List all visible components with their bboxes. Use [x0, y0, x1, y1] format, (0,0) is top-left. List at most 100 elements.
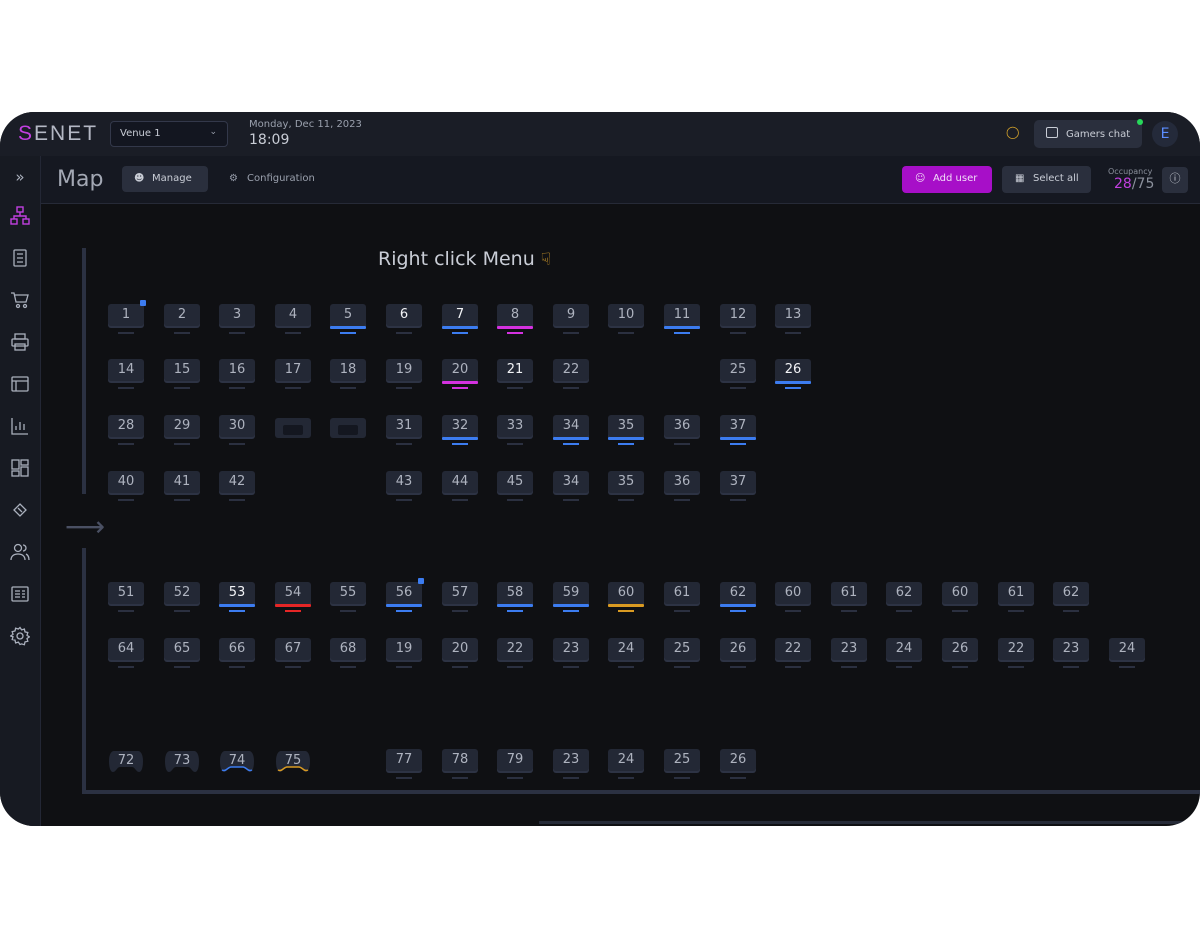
pc-seat[interactable]: 3: [219, 304, 255, 340]
pc-seat[interactable]: 29: [164, 415, 200, 451]
console-seat[interactable]: 75: [275, 745, 311, 775]
pc-seat[interactable]: 9: [553, 304, 589, 340]
pc-seat[interactable]: 55: [330, 582, 366, 618]
pc-seat[interactable]: 61: [664, 582, 700, 618]
pc-seat[interactable]: 15: [164, 359, 200, 395]
pc-seat[interactable]: 20: [442, 638, 478, 674]
pc-seat[interactable]: 12: [720, 304, 756, 340]
console-seat[interactable]: 74: [219, 745, 255, 775]
pc-seat[interactable]: 24: [1109, 638, 1145, 674]
map-icon[interactable]: [9, 206, 31, 228]
registers-icon[interactable]: [9, 248, 31, 270]
pc-seat[interactable]: 19: [386, 638, 422, 674]
users-icon[interactable]: [9, 542, 31, 564]
pc-seat[interactable]: 23: [1053, 638, 1089, 674]
reports-icon[interactable]: [9, 584, 31, 606]
pc-seat[interactable]: 42: [219, 471, 255, 507]
pc-seat[interactable]: 36: [664, 471, 700, 507]
pc-seat[interactable]: 31: [386, 415, 422, 451]
pc-seat[interactable]: 5: [330, 304, 366, 340]
pc-seat[interactable]: 64: [108, 638, 144, 674]
pc-seat[interactable]: 26: [775, 359, 811, 395]
pc-seat[interactable]: 62: [886, 582, 922, 618]
pc-seat[interactable]: 20: [442, 359, 478, 395]
window-icon[interactable]: [9, 374, 31, 396]
gamers-chat-button[interactable]: Gamers chat: [1034, 120, 1142, 148]
pc-seat[interactable]: 44: [442, 471, 478, 507]
pc-seat[interactable]: 57: [442, 582, 478, 618]
pc-seat[interactable]: 60: [942, 582, 978, 618]
pc-seat[interactable]: 68: [330, 638, 366, 674]
pc-seat[interactable]: 17: [275, 359, 311, 395]
pc-seat[interactable]: 13: [775, 304, 811, 340]
pc-seat[interactable]: 25: [720, 359, 756, 395]
pc-seat[interactable]: 52: [164, 582, 200, 618]
console-seat[interactable]: 73: [164, 745, 200, 775]
pc-seat[interactable]: 59: [553, 582, 589, 618]
pc-seat[interactable]: 65: [164, 638, 200, 674]
pc-seat[interactable]: 24: [608, 638, 644, 674]
pc-seat[interactable]: 45: [497, 471, 533, 507]
pc-seat[interactable]: 53: [219, 582, 255, 618]
pc-seat[interactable]: 25: [664, 638, 700, 674]
pc-seat[interactable]: 34: [553, 415, 589, 451]
pc-seat[interactable]: 11: [664, 304, 700, 340]
dashboard-icon[interactable]: [9, 458, 31, 480]
stats-icon[interactable]: [9, 416, 31, 438]
pc-seat[interactable]: 62: [720, 582, 756, 618]
ticket-icon[interactable]: [9, 500, 31, 522]
pc-seat[interactable]: 22: [998, 638, 1034, 674]
pc-seat[interactable]: 22: [553, 359, 589, 395]
info-button[interactable]: ⓘ: [1162, 167, 1188, 193]
pc-seat[interactable]: 26: [720, 638, 756, 674]
pc-seat[interactable]: 26: [720, 749, 756, 785]
pc-seat[interactable]: 8: [497, 304, 533, 340]
pc-seat[interactable]: 79: [497, 749, 533, 785]
pc-seat[interactable]: 23: [553, 749, 589, 785]
pc-seat[interactable]: 51: [108, 582, 144, 618]
expand-icon[interactable]: »: [9, 166, 31, 188]
pc-seat[interactable]: 1: [108, 300, 146, 340]
pc-seat[interactable]: 60: [775, 582, 811, 618]
pc-seat[interactable]: 78: [442, 749, 478, 785]
pc-seat[interactable]: 6: [386, 304, 422, 340]
pc-seat[interactable]: 23: [831, 638, 867, 674]
pc-seat[interactable]: 58: [497, 582, 533, 618]
pc-seat[interactable]: 28: [108, 415, 144, 451]
pc-seat[interactable]: 24: [608, 749, 644, 785]
pc-seat[interactable]: 14: [108, 359, 144, 395]
pc-seat[interactable]: 4: [275, 304, 311, 340]
pc-seat[interactable]: 32: [442, 415, 478, 451]
pc-seat[interactable]: 26: [942, 638, 978, 674]
pc-seat[interactable]: 66: [219, 638, 255, 674]
pc-seat[interactable]: 56: [386, 578, 424, 618]
pc-seat[interactable]: 77: [386, 749, 422, 785]
pc-seat[interactable]: 43: [386, 471, 422, 507]
pc-seat[interactable]: 7: [442, 304, 478, 340]
pc-seat[interactable]: 67: [275, 638, 311, 674]
pc-seat[interactable]: 16: [219, 359, 255, 395]
console-seat[interactable]: 72: [108, 745, 144, 775]
pc-seat[interactable]: 19: [386, 359, 422, 395]
lightbulb-icon[interactable]: ◯: [1006, 125, 1019, 139]
add-user-button[interactable]: ☺ Add user: [902, 166, 992, 193]
pc-seat[interactable]: 34: [553, 471, 589, 507]
avatar[interactable]: E: [1152, 121, 1178, 147]
select-all-button[interactable]: ▦ Select all: [1002, 166, 1091, 193]
pc-seat[interactable]: 25: [664, 749, 700, 785]
pc-seat[interactable]: 18: [330, 359, 366, 395]
couch-seat[interactable]: [330, 418, 366, 438]
tab-manage[interactable]: ☻ Manage: [122, 166, 208, 192]
pc-seat[interactable]: 37: [720, 415, 756, 451]
cart-icon[interactable]: [9, 290, 31, 312]
pc-seat[interactable]: 54: [275, 582, 311, 618]
pc-seat[interactable]: 61: [831, 582, 867, 618]
settings-icon[interactable]: [9, 626, 31, 648]
pc-seat[interactable]: 21: [497, 359, 533, 395]
pc-seat[interactable]: 33: [497, 415, 533, 451]
pc-seat[interactable]: 23: [553, 638, 589, 674]
pc-seat[interactable]: 30: [219, 415, 255, 451]
tab-configuration[interactable]: ⚙ Configuration: [229, 166, 339, 192]
pc-seat[interactable]: 35: [608, 415, 644, 451]
pc-seat[interactable]: 22: [775, 638, 811, 674]
